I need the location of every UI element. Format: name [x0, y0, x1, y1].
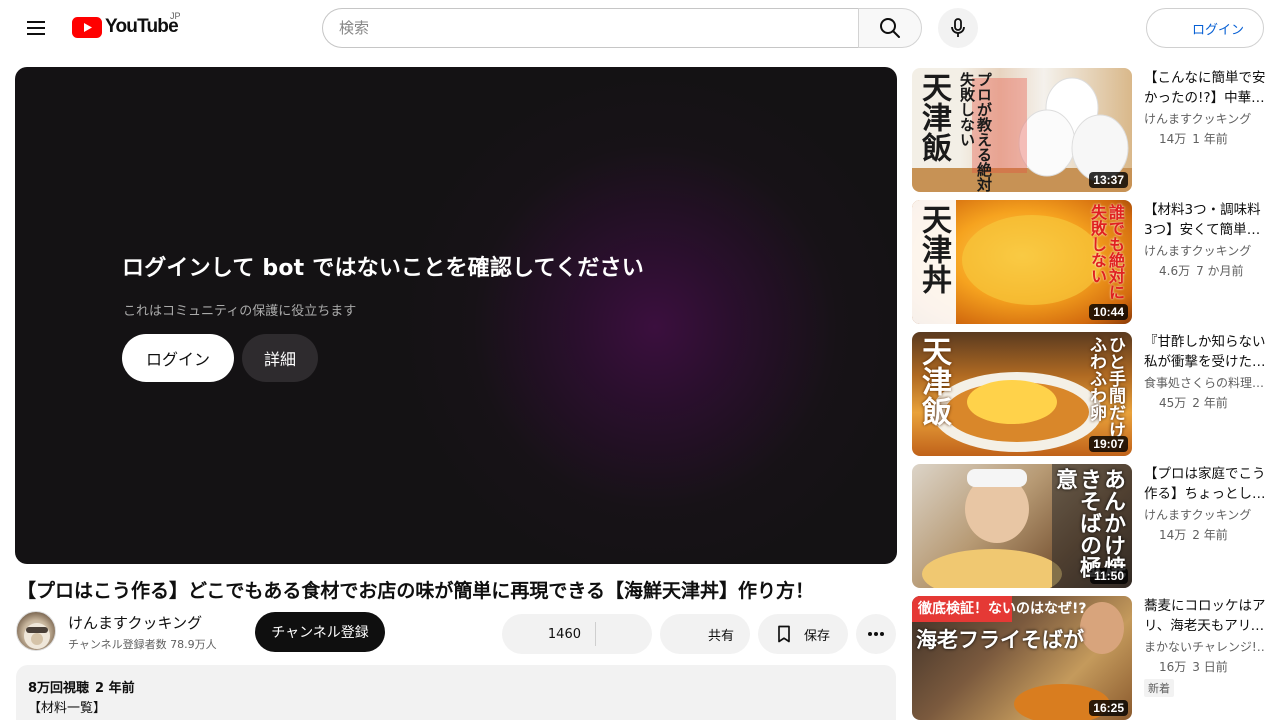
logo-text: YouTube — [105, 16, 179, 37]
dislike-button[interactable] — [596, 614, 652, 654]
search-button[interactable] — [858, 8, 922, 48]
video-title[interactable]: 『甘酢しか知らない私が衝撃を受けた天津飯』こん… — [1144, 332, 1266, 372]
bookmark-icon — [778, 625, 790, 643]
youtube-play-icon — [72, 16, 102, 38]
related-video-item[interactable]: 徹底検証！ないのはなぜ!? 海老フライそばが 16:25 蕎麦にコロッケはアリ、… — [912, 596, 1268, 720]
description-box[interactable]: 8万回視聴 2 年前 【材料一覧】 — [16, 665, 896, 720]
video-stats: 45万 2 年前 — [1144, 394, 1266, 411]
video-stats: 14万 2 年前 — [1144, 526, 1266, 543]
video-thumbnail[interactable]: 天津飯 ひと手間だけふわふわ卵 19:07 — [912, 332, 1132, 456]
video-channel[interactable]: 食事処さくらの料理… — [1144, 374, 1266, 391]
player-login-label: ログイン — [145, 350, 210, 369]
video-stats: 4.6万 7 か月前 — [1144, 262, 1266, 279]
video-channel[interactable]: けんますクッキング — [1144, 506, 1266, 523]
thumbnail-overlay-title: 天津飯 — [916, 72, 951, 162]
save-label: 保存 — [804, 628, 831, 644]
thumbnail-overlay-tagline: プロが教える絶対失敗しない — [958, 72, 993, 192]
video-channel[interactable]: まかないチャレンジ!… — [1144, 638, 1266, 655]
video-duration: 19:07 — [1089, 436, 1128, 452]
publish-date: 2 年前 — [95, 681, 135, 696]
video-thumbnail[interactable]: 天津飯 プロが教える絶対失敗しない 13:37 — [912, 68, 1132, 192]
logo-country-code: JP — [170, 11, 181, 21]
related-video-item[interactable]: 天津飯 プロが教える絶対失敗しない 13:37 【こんなに簡単で安かったの!?】… — [912, 68, 1268, 192]
video-stats: 14万 1 年前 — [1144, 130, 1266, 147]
menu-button[interactable] — [16, 8, 56, 48]
video-views: 45万 — [1159, 396, 1187, 410]
video-age: 1 年前 — [1192, 132, 1228, 146]
video-thumbnail[interactable]: 徹底検証！ないのはなぜ!? 海老フライそばが 16:25 — [912, 596, 1132, 720]
channel-avatar[interactable] — [16, 611, 56, 651]
more-actions-button[interactable] — [856, 614, 896, 654]
video-stats: 16万 3 日前 — [1144, 658, 1266, 675]
video-age: 2 年前 — [1192, 396, 1228, 410]
sign-in-button[interactable]: ログイン — [1146, 8, 1264, 48]
video-info: 『甘酢しか知らない私が衝撃を受けた天津飯』こん… 食事処さくらの料理… 45万 2… — [1144, 332, 1266, 411]
channel-name[interactable]: けんますクッキング — [68, 612, 202, 633]
view-count: 8万回視聴 — [28, 681, 90, 696]
video-views: 14万 — [1159, 528, 1187, 542]
masthead: YouTube JP ログイン — [0, 0, 1280, 56]
video-duration: 16:25 — [1089, 700, 1128, 716]
share-button[interactable]: 共有 — [660, 614, 750, 654]
youtube-logo[interactable]: YouTube JP — [72, 11, 181, 39]
description-meta: 8万回視聴 2 年前 — [28, 677, 884, 696]
video-views: 4.6万 — [1159, 264, 1191, 278]
search-input[interactable] — [322, 8, 859, 48]
thumbnail-overlay-title: 天津丼 — [916, 204, 951, 294]
related-video-item[interactable]: あんかけ焼きそばの極意 11:50 【プロは家庭でこう作る】ちょっとした工夫でお… — [912, 464, 1268, 588]
description-text: 【材料一覧】 — [28, 701, 107, 716]
bot-check-title: ログインして bot ではないことを確認してください — [122, 256, 644, 281]
sign-in-label: ログイン — [1192, 22, 1245, 38]
video-thumbnail[interactable]: あんかけ焼きそばの極意 11:50 — [912, 464, 1132, 588]
channel-subscriber-count: チャンネル登録者数 78.9万人 — [68, 638, 217, 651]
video-title[interactable]: 蕎麦にコロッケはアリ、海老天もアリ。ではエビフ… — [1144, 596, 1266, 636]
video-info: 【プロは家庭でこう作る】ちょっとした工夫でお店… けんますクッキング 14万 2 … — [1144, 464, 1266, 543]
video-info: 蕎麦にコロッケはアリ、海老天もアリ。ではエビフ… まかないチャレンジ!… 16万… — [1144, 596, 1266, 697]
video-title[interactable]: 【プロは家庭でこう作る】ちょっとした工夫でお店… — [1144, 464, 1266, 504]
microphone-icon — [951, 18, 965, 37]
like-button[interactable]: 1460 — [502, 614, 595, 654]
avatar-image — [24, 623, 50, 649]
voice-search-button[interactable] — [938, 8, 978, 48]
save-button[interactable]: 保存 — [758, 614, 848, 654]
video-title[interactable]: 【材料3つ・調味料3つ】安くて簡単で旨い！リピート… — [1144, 200, 1266, 240]
thumbnail-overlay-title: 天津飯 — [916, 336, 951, 426]
more-horizontal-icon — [868, 632, 884, 636]
video-channel[interactable]: けんますクッキング — [1144, 110, 1266, 127]
player-details-button[interactable]: 詳細 — [242, 334, 318, 382]
thumbnail-overlay-title: 海老フライそばが — [916, 628, 1084, 652]
video-info: 【こんなに簡単で安かったの!?】中華のプロが教え… けんますクッキング 14万1… — [1144, 68, 1266, 147]
video-player[interactable]: ログインして bot ではないことを確認してください これはコミュニティの保護に… — [15, 67, 897, 564]
video-views: 16万 — [1159, 660, 1187, 674]
subscribe-label: チャンネル登録 — [271, 625, 369, 641]
like-count: 1460 — [547, 626, 581, 642]
video-title: 【プロはこう作る】どこでもある食材でお店の味が簡単に再現できる【海鮮天津丼】作り… — [17, 580, 815, 602]
thumbnail-overlay-tagline: 徹底検証！ないのはなぜ!? — [918, 601, 1087, 617]
video-duration: 10:44 — [1089, 304, 1128, 320]
subscribe-button[interactable]: チャンネル登録 — [255, 612, 385, 652]
video-info: 【材料3つ・調味料3つ】安くて簡単で旨い！リピート… けんますクッキング 4.6… — [1144, 200, 1266, 279]
related-video-item[interactable]: 天津飯 ひと手間だけふわふわ卵 19:07 『甘酢しか知らない私が衝撃を受けた天… — [912, 332, 1268, 456]
video-age: 2 年前 — [1192, 528, 1228, 542]
video-title[interactable]: 【こんなに簡単で安かったの!?】中華のプロが教え… — [1144, 68, 1266, 108]
thumbnail-overlay-tagline: 誰でも絶対に失敗しない — [1088, 204, 1125, 300]
player-login-button[interactable]: ログイン — [122, 334, 234, 382]
player-details-label: 詳細 — [263, 350, 296, 369]
share-label: 共有 — [707, 628, 734, 644]
video-thumbnail[interactable]: 天津丼 誰でも絶対に失敗しない 10:44 — [912, 200, 1132, 324]
like-dislike-group: 1460 — [502, 614, 652, 654]
new-badge: 新着 — [1144, 679, 1174, 697]
video-channel[interactable]: けんますクッキング — [1144, 242, 1266, 259]
hamburger-icon — [27, 21, 45, 35]
video-age: 7 か月前 — [1196, 264, 1244, 278]
video-duration: 13:37 — [1089, 172, 1128, 188]
video-views: 14万 — [1159, 132, 1187, 146]
video-duration: 11:50 — [1089, 568, 1128, 584]
bot-check-subtitle: これはコミュニティの保護に役立ちます — [123, 304, 357, 319]
related-video-item[interactable]: 天津丼 誰でも絶対に失敗しない 10:44 【材料3つ・調味料3つ】安くて簡単で… — [912, 200, 1268, 324]
search-icon — [880, 18, 900, 38]
video-age: 3 日前 — [1192, 660, 1228, 674]
